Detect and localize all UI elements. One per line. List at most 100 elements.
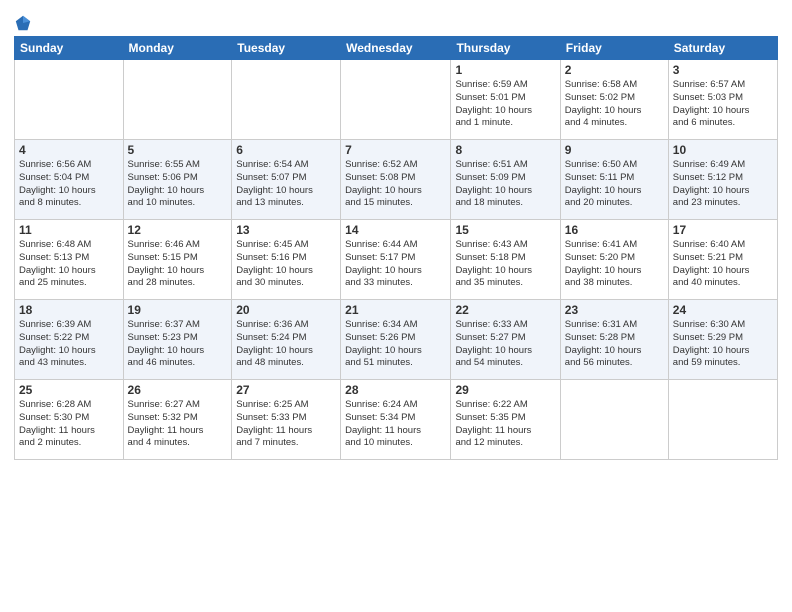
day-info: Sunrise: 6:43 AM Sunset: 5:18 PM Dayligh… xyxy=(455,239,555,290)
calendar-cell xyxy=(560,380,668,460)
day-number: 7 xyxy=(345,143,446,157)
day-info: Sunrise: 6:52 AM Sunset: 5:08 PM Dayligh… xyxy=(345,159,446,210)
weekday-header-monday: Monday xyxy=(123,37,232,60)
calendar-cell: 13 Sunrise: 6:45 AM Sunset: 5:16 PM Dayli… xyxy=(232,220,341,300)
day-info: Sunrise: 6:30 AM Sunset: 5:29 PM Dayligh… xyxy=(673,319,773,370)
weekday-header-row: SundayMondayTuesdayWednesdayThursdayFrid… xyxy=(15,37,778,60)
day-number: 13 xyxy=(236,223,336,237)
week-row-1: 1Sunrise: 6:59 AM Sunset: 5:01 PM Daylig… xyxy=(15,60,778,140)
day-number: 3 xyxy=(673,63,773,77)
calendar-cell: 4 Sunrise: 6:56 AM Sunset: 5:04 PM Daylig… xyxy=(15,140,124,220)
calendar-cell: 19 Sunrise: 6:37 AM Sunset: 5:23 PM Dayli… xyxy=(123,300,232,380)
day-info: Sunrise: 6:39 AM Sunset: 5:22 PM Dayligh… xyxy=(19,319,119,370)
day-info: Sunrise: 6:27 AM Sunset: 5:32 PM Dayligh… xyxy=(128,399,228,450)
calendar-cell: 20Sunrise: 6:36 AM Sunset: 5:24 PM Dayli… xyxy=(232,300,341,380)
calendar-cell: 9 Sunrise: 6:50 AM Sunset: 5:11 PM Daylig… xyxy=(560,140,668,220)
day-number: 27 xyxy=(236,383,336,397)
day-info: Sunrise: 6:59 AM Sunset: 5:01 PM Dayligh… xyxy=(455,79,555,130)
day-info: Sunrise: 6:48 AM Sunset: 5:13 PM Dayligh… xyxy=(19,239,119,290)
day-number: 6 xyxy=(236,143,336,157)
calendar-cell: 25 Sunrise: 6:28 AM Sunset: 5:30 PM Dayli… xyxy=(15,380,124,460)
day-number: 16 xyxy=(565,223,664,237)
day-info: Sunrise: 6:28 AM Sunset: 5:30 PM Dayligh… xyxy=(19,399,119,450)
day-number: 4 xyxy=(19,143,119,157)
day-info: Sunrise: 6:24 AM Sunset: 5:34 PM Dayligh… xyxy=(345,399,446,450)
calendar-cell: 27 Sunrise: 6:25 AM Sunset: 5:33 PM Dayli… xyxy=(232,380,341,460)
calendar-cell: 8Sunrise: 6:51 AM Sunset: 5:09 PM Daylig… xyxy=(451,140,560,220)
calendar-cell: 11 Sunrise: 6:48 AM Sunset: 5:13 PM Dayli… xyxy=(15,220,124,300)
day-number: 19 xyxy=(128,303,228,317)
calendar-cell: 26 Sunrise: 6:27 AM Sunset: 5:32 PM Dayli… xyxy=(123,380,232,460)
weekday-header-friday: Friday xyxy=(560,37,668,60)
day-info: Sunrise: 6:44 AM Sunset: 5:17 PM Dayligh… xyxy=(345,239,446,290)
weekday-header-wednesday: Wednesday xyxy=(341,37,451,60)
day-info: Sunrise: 6:45 AM Sunset: 5:16 PM Dayligh… xyxy=(236,239,336,290)
day-number: 14 xyxy=(345,223,446,237)
day-info: Sunrise: 6:36 AM Sunset: 5:24 PM Dayligh… xyxy=(236,319,336,370)
week-row-3: 11 Sunrise: 6:48 AM Sunset: 5:13 PM Dayli… xyxy=(15,220,778,300)
day-number: 18 xyxy=(19,303,119,317)
calendar-cell: 21 Sunrise: 6:34 AM Sunset: 5:26 PM Dayli… xyxy=(341,300,451,380)
calendar-cell: 12 Sunrise: 6:46 AM Sunset: 5:15 PM Dayli… xyxy=(123,220,232,300)
calendar-cell: 15 Sunrise: 6:43 AM Sunset: 5:18 PM Dayli… xyxy=(451,220,560,300)
weekday-header-tuesday: Tuesday xyxy=(232,37,341,60)
day-number: 29 xyxy=(455,383,555,397)
logo-icon xyxy=(14,14,32,32)
calendar-cell: 10 Sunrise: 6:49 AM Sunset: 5:12 PM Dayli… xyxy=(668,140,777,220)
week-row-4: 18 Sunrise: 6:39 AM Sunset: 5:22 PM Dayli… xyxy=(15,300,778,380)
calendar-cell xyxy=(341,60,451,140)
calendar-cell: 17Sunrise: 6:40 AM Sunset: 5:21 PM Dayli… xyxy=(668,220,777,300)
day-info: Sunrise: 6:57 AM Sunset: 5:03 PM Dayligh… xyxy=(673,79,773,130)
calendar-cell: 16 Sunrise: 6:41 AM Sunset: 5:20 PM Dayli… xyxy=(560,220,668,300)
calendar-cell xyxy=(123,60,232,140)
day-info: Sunrise: 6:55 AM Sunset: 5:06 PM Dayligh… xyxy=(128,159,228,210)
day-info: Sunrise: 6:37 AM Sunset: 5:23 PM Dayligh… xyxy=(128,319,228,370)
day-number: 26 xyxy=(128,383,228,397)
day-info: Sunrise: 6:22 AM Sunset: 5:35 PM Dayligh… xyxy=(455,399,555,450)
day-info: Sunrise: 6:49 AM Sunset: 5:12 PM Dayligh… xyxy=(673,159,773,210)
day-number: 11 xyxy=(19,223,119,237)
day-number: 24 xyxy=(673,303,773,317)
day-number: 22 xyxy=(455,303,555,317)
day-info: Sunrise: 6:31 AM Sunset: 5:28 PM Dayligh… xyxy=(565,319,664,370)
calendar-cell: 5Sunrise: 6:55 AM Sunset: 5:06 PM Daylig… xyxy=(123,140,232,220)
header xyxy=(14,10,778,32)
calendar-cell: 24 Sunrise: 6:30 AM Sunset: 5:29 PM Dayli… xyxy=(668,300,777,380)
calendar-cell: 6 Sunrise: 6:54 AM Sunset: 5:07 PM Daylig… xyxy=(232,140,341,220)
page: SundayMondayTuesdayWednesdayThursdayFrid… xyxy=(0,0,792,466)
day-number: 17 xyxy=(673,223,773,237)
weekday-header-thursday: Thursday xyxy=(451,37,560,60)
day-info: Sunrise: 6:46 AM Sunset: 5:15 PM Dayligh… xyxy=(128,239,228,290)
day-info: Sunrise: 6:58 AM Sunset: 5:02 PM Dayligh… xyxy=(565,79,664,130)
calendar-cell: 29 Sunrise: 6:22 AM Sunset: 5:35 PM Dayli… xyxy=(451,380,560,460)
day-info: Sunrise: 6:41 AM Sunset: 5:20 PM Dayligh… xyxy=(565,239,664,290)
day-number: 15 xyxy=(455,223,555,237)
day-info: Sunrise: 6:25 AM Sunset: 5:33 PM Dayligh… xyxy=(236,399,336,450)
day-info: Sunrise: 6:56 AM Sunset: 5:04 PM Dayligh… xyxy=(19,159,119,210)
day-number: 23 xyxy=(565,303,664,317)
day-number: 10 xyxy=(673,143,773,157)
calendar-cell: 3 Sunrise: 6:57 AM Sunset: 5:03 PM Daylig… xyxy=(668,60,777,140)
day-info: Sunrise: 6:34 AM Sunset: 5:26 PM Dayligh… xyxy=(345,319,446,370)
weekday-header-saturday: Saturday xyxy=(668,37,777,60)
calendar-cell xyxy=(232,60,341,140)
calendar-cell: 28 Sunrise: 6:24 AM Sunset: 5:34 PM Dayli… xyxy=(341,380,451,460)
calendar-cell: 1Sunrise: 6:59 AM Sunset: 5:01 PM Daylig… xyxy=(451,60,560,140)
day-number: 25 xyxy=(19,383,119,397)
day-number: 12 xyxy=(128,223,228,237)
calendar: SundayMondayTuesdayWednesdayThursdayFrid… xyxy=(14,36,778,460)
day-info: Sunrise: 6:50 AM Sunset: 5:11 PM Dayligh… xyxy=(565,159,664,210)
calendar-cell: 23 Sunrise: 6:31 AM Sunset: 5:28 PM Dayli… xyxy=(560,300,668,380)
day-info: Sunrise: 6:33 AM Sunset: 5:27 PM Dayligh… xyxy=(455,319,555,370)
week-row-2: 4 Sunrise: 6:56 AM Sunset: 5:04 PM Daylig… xyxy=(15,140,778,220)
day-number: 28 xyxy=(345,383,446,397)
day-number: 9 xyxy=(565,143,664,157)
calendar-cell: 7 Sunrise: 6:52 AM Sunset: 5:08 PM Daylig… xyxy=(341,140,451,220)
day-number: 21 xyxy=(345,303,446,317)
weekday-header-sunday: Sunday xyxy=(15,37,124,60)
calendar-cell: 18 Sunrise: 6:39 AM Sunset: 5:22 PM Dayli… xyxy=(15,300,124,380)
week-row-5: 25 Sunrise: 6:28 AM Sunset: 5:30 PM Dayli… xyxy=(15,380,778,460)
day-info: Sunrise: 6:54 AM Sunset: 5:07 PM Dayligh… xyxy=(236,159,336,210)
calendar-cell: 14 Sunrise: 6:44 AM Sunset: 5:17 PM Dayli… xyxy=(341,220,451,300)
calendar-cell xyxy=(668,380,777,460)
